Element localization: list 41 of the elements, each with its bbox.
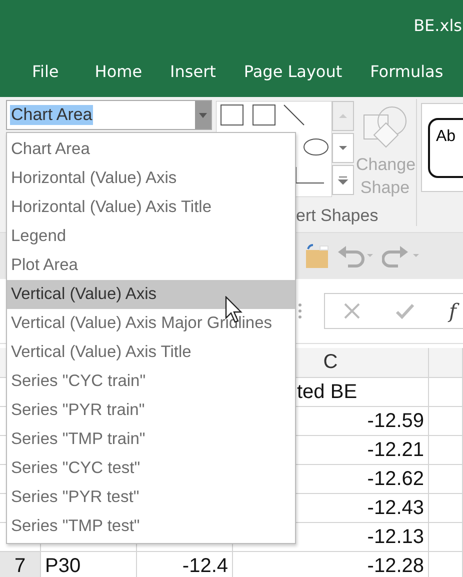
table-cell: -12.59 <box>367 410 424 432</box>
ribbon-tab[interactable]: Formulas <box>370 62 444 81</box>
dropdown-item[interactable]: Series "CYC train" <box>7 367 295 396</box>
window-title: BE.xls <box>414 16 462 34</box>
table-cell: -12.43 <box>367 496 424 520</box>
dropdown-item[interactable]: Vertical (Value) Axis <box>7 280 295 309</box>
check-icon[interactable] <box>395 302 415 320</box>
dropdown-item[interactable]: Series "CYC test" <box>7 454 295 483</box>
dropdown-item[interactable]: Series "PYR test" <box>7 483 295 512</box>
dropdown-item[interactable]: Chart Area <box>7 135 295 164</box>
dropdown-item[interactable]: Vertical (Value) Axis Title <box>7 338 295 367</box>
ribbon-tab[interactable]: File <box>32 62 59 81</box>
row-header[interactable]: 7 <box>0 552 41 577</box>
dropdown-item[interactable]: Horizontal (Value) Axis Title <box>7 193 295 222</box>
ribbon-tab[interactable]: Page Layout <box>244 62 342 81</box>
shape-style-preview[interactable]: Ab <box>428 118 463 178</box>
undo-icon[interactable] <box>336 244 376 268</box>
table-cell: -12.62 <box>367 468 424 490</box>
table-cell: -12.21 <box>367 438 424 462</box>
redo-icon[interactable] <box>382 244 422 268</box>
dropdown-item[interactable]: Legend <box>7 222 295 251</box>
dropdown-item[interactable]: Series "PYR train" <box>7 396 295 425</box>
dropdown-item[interactable]: Series "TMP test" <box>7 512 295 541</box>
table-cell: -12.28 <box>367 554 424 577</box>
ribbon-tab[interactable]: Insert <box>170 62 216 81</box>
table-cell: -12.13 <box>367 526 424 548</box>
group-label: ert Shapes <box>295 206 380 226</box>
grip-icon <box>298 302 302 320</box>
table-cell: -12.4 <box>182 554 228 577</box>
dropdown-item[interactable]: Horizontal (Value) Axis <box>7 164 295 193</box>
column-header[interactable]: C <box>323 351 338 374</box>
dropdown-item[interactable]: Series "TMP train" <box>7 425 295 454</box>
ribbon-tab[interactable]: Home <box>94 62 142 81</box>
table-cell: P30 <box>45 554 81 577</box>
folder-icon[interactable] <box>304 244 330 268</box>
table-cell: ted BE <box>297 380 358 404</box>
more-icon[interactable] <box>332 165 354 195</box>
cancel-icon[interactable] <box>343 302 361 320</box>
dropdown-arrow-icon <box>199 112 207 118</box>
scroll-down-icon[interactable] <box>332 133 354 163</box>
name-box[interactable]: Chart Area <box>6 100 212 130</box>
